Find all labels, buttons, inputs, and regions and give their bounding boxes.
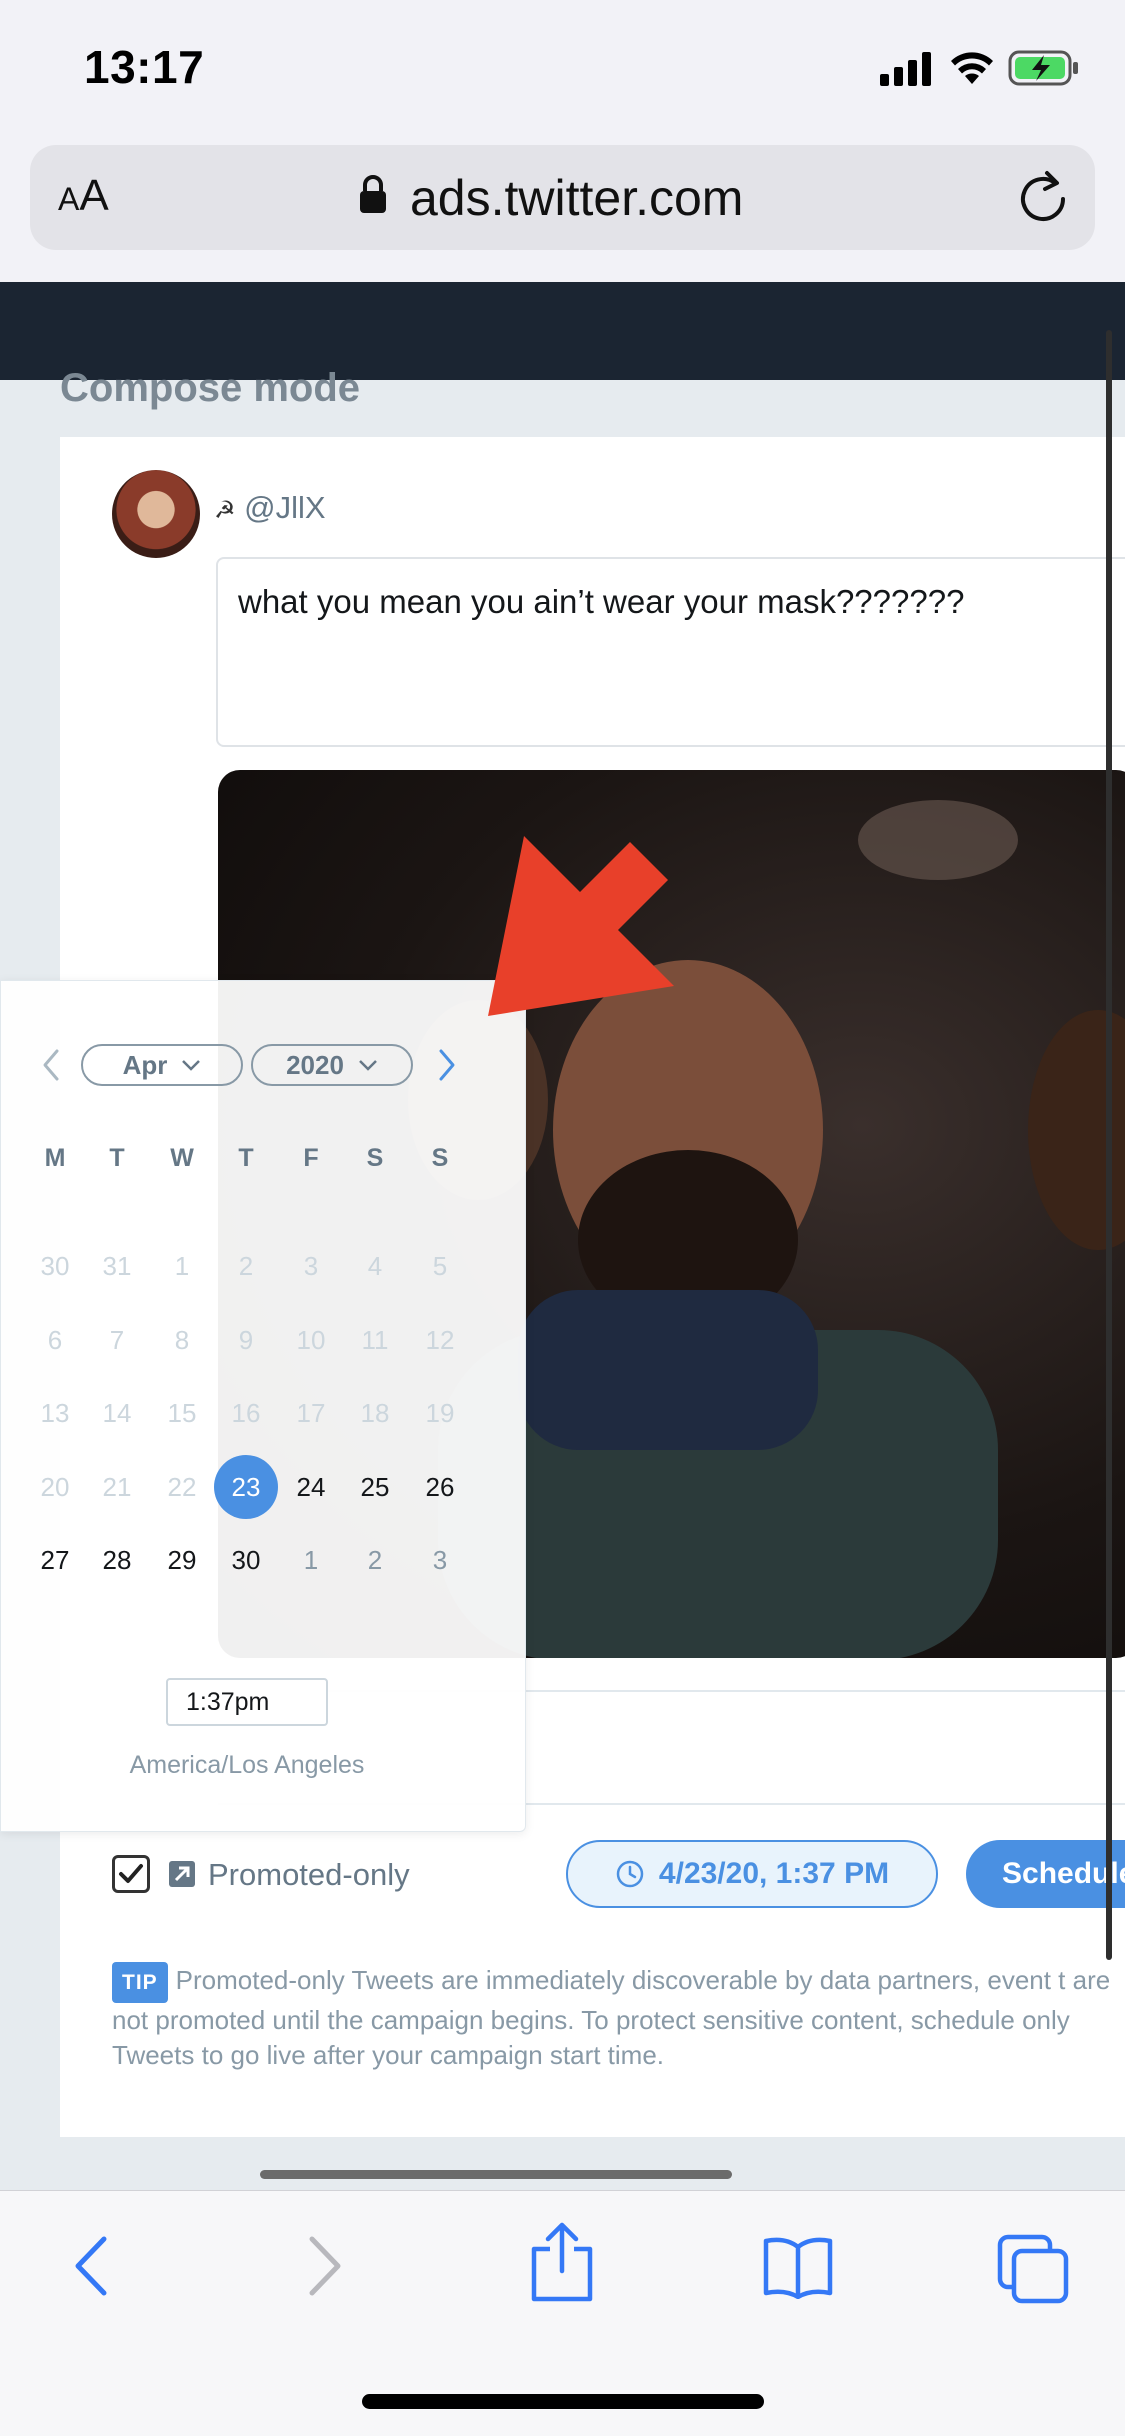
tweet-text-input[interactable]: what you mean you ain’t wear your mask??… (216, 557, 1125, 747)
page-title: Compose mode (60, 366, 361, 410)
schedule-time-value: 4/23/20, 1:37 PM (658, 1857, 890, 1890)
share-icon[interactable] (528, 2221, 596, 2303)
reload-icon[interactable] (1017, 169, 1069, 225)
calendar-day[interactable]: 18 (343, 1381, 407, 1445)
calendar-day[interactable]: 9 (214, 1308, 278, 1372)
url-text[interactable]: ads.twitter.com (410, 169, 743, 227)
author-glyph: ☭ (214, 497, 236, 524)
tabs-icon[interactable] (996, 2233, 1070, 2305)
chevron-down-icon (182, 1060, 201, 1071)
calendar-day[interactable]: 31 (85, 1234, 149, 1298)
weekday-label: W (170, 1144, 194, 1172)
weekday-label: S (366, 1144, 384, 1172)
back-icon[interactable] (70, 2233, 114, 2299)
calendar-day[interactable]: 20 (23, 1455, 87, 1519)
bookmarks-icon[interactable] (762, 2233, 834, 2299)
calendar-day[interactable]: 27 (23, 1528, 87, 1592)
status-time: 13:17 (84, 41, 205, 93)
calendar-day[interactable]: 3 (408, 1528, 472, 1592)
calendar-day[interactable]: 5 (408, 1234, 472, 1298)
calendar-day[interactable]: 12 (408, 1308, 472, 1372)
calendar-day[interactable]: 10 (279, 1308, 343, 1372)
calendar-day[interactable]: 8 (150, 1308, 214, 1372)
author-handle: ☭ @JllX (214, 490, 326, 526)
year-select-value: 2020 (286, 1049, 344, 1080)
weekday-label: F (303, 1144, 319, 1172)
calendar-day[interactable]: 4 (343, 1234, 407, 1298)
calendar-day[interactable]: 13 (23, 1381, 87, 1445)
forward-icon[interactable] (302, 2233, 346, 2299)
lock-icon (360, 175, 386, 213)
address-bar[interactable]: AA ads.twitter.com (30, 145, 1095, 250)
battery-charging-icon (1008, 50, 1078, 86)
text-size-small-glyph: A (58, 181, 80, 217)
weekday-label: T (238, 1144, 254, 1172)
home-indicator (362, 2394, 764, 2409)
calendar-day[interactable]: 22 (150, 1455, 214, 1519)
weekday-label: S (431, 1144, 449, 1172)
clock-icon (616, 1860, 644, 1888)
calendar-day[interactable]: 1 (279, 1528, 343, 1592)
tip-badge: TIP (112, 1962, 168, 2003)
red-arrow-annotation (488, 836, 674, 1016)
calendar-day[interactable]: 6 (23, 1308, 87, 1372)
calendar-day[interactable]: 29 (150, 1528, 214, 1592)
calendar-day[interactable]: 21 (85, 1455, 149, 1519)
horizontal-scroll-indicator[interactable] (260, 2170, 732, 2179)
time-input[interactable]: 1:37pm (166, 1678, 328, 1726)
calendar-day-selected[interactable]: 23 (214, 1455, 278, 1519)
date-picker-popover: Apr 2020 MTWTFSS 30 31 1 2 3 4 5 6 7 8 9 10 11 12 13 14… (0, 980, 526, 1832)
weekday-label: T (109, 1144, 125, 1172)
calendar-day[interactable]: 17 (279, 1381, 343, 1445)
promoted-only-checkbox[interactable] (112, 1855, 150, 1893)
timezone-label: America/Los Angeles (129, 1751, 365, 1779)
calendar-day[interactable]: 24 (279, 1455, 343, 1519)
tip-text: Promoted-only Tweets are immediately dis… (112, 1965, 1111, 2070)
calendar-day[interactable]: 30 (214, 1528, 278, 1592)
avatar (112, 470, 200, 558)
tweet-text-value: what you mean you ain’t wear your mask??… (238, 583, 965, 620)
calendar-day[interactable]: 1 (150, 1234, 214, 1298)
chevron-right-icon[interactable] (435, 1047, 459, 1083)
tip-block: TIP Promoted-only Tweets are immediately … (112, 1962, 1125, 2073)
calendar-day[interactable]: 28 (85, 1528, 149, 1592)
text-size-button[interactable]: AA (58, 171, 109, 221)
calendar-day[interactable]: 11 (343, 1308, 407, 1372)
month-select[interactable]: Apr (81, 1044, 243, 1086)
handle-text: @JllX (244, 490, 326, 525)
calendar-day[interactable]: 3 (279, 1234, 343, 1298)
status-bar: 13:17 (0, 0, 1125, 140)
year-select[interactable]: 2020 (251, 1044, 413, 1086)
text-size-large-glyph: A (79, 171, 109, 220)
calendar-day[interactable]: 2 (343, 1528, 407, 1592)
chevron-left-icon[interactable] (39, 1047, 63, 1083)
weekday-label: M (44, 1144, 66, 1172)
calendar-day[interactable]: 26 (408, 1455, 472, 1519)
calendar-day[interactable]: 2 (214, 1234, 278, 1298)
schedule-button[interactable]: Schedule (966, 1840, 1125, 1908)
calendar-day[interactable]: 14 (85, 1381, 149, 1445)
promoted-icon (169, 1861, 195, 1887)
promoted-only-label: Promoted-only (208, 1857, 410, 1892)
schedule-time-button[interactable]: 4/23/20, 1:37 PM (566, 1840, 938, 1908)
calendar-day[interactable]: 30 (23, 1234, 87, 1298)
calendar-day[interactable]: 25 (343, 1455, 407, 1519)
chevron-down-icon (359, 1060, 377, 1071)
wifi-icon (951, 52, 993, 84)
cellular-signal-icon (880, 52, 931, 86)
calendar-day[interactable]: 19 (408, 1381, 472, 1445)
calendar-day[interactable]: 7 (85, 1308, 149, 1372)
calendar-day[interactable]: 15 (150, 1381, 214, 1445)
checkmark-icon (119, 1864, 143, 1883)
calendar-day[interactable]: 16 (214, 1381, 278, 1445)
month-select-value: Apr (122, 1049, 168, 1080)
vertical-scrollbar[interactable] (1106, 330, 1112, 1960)
